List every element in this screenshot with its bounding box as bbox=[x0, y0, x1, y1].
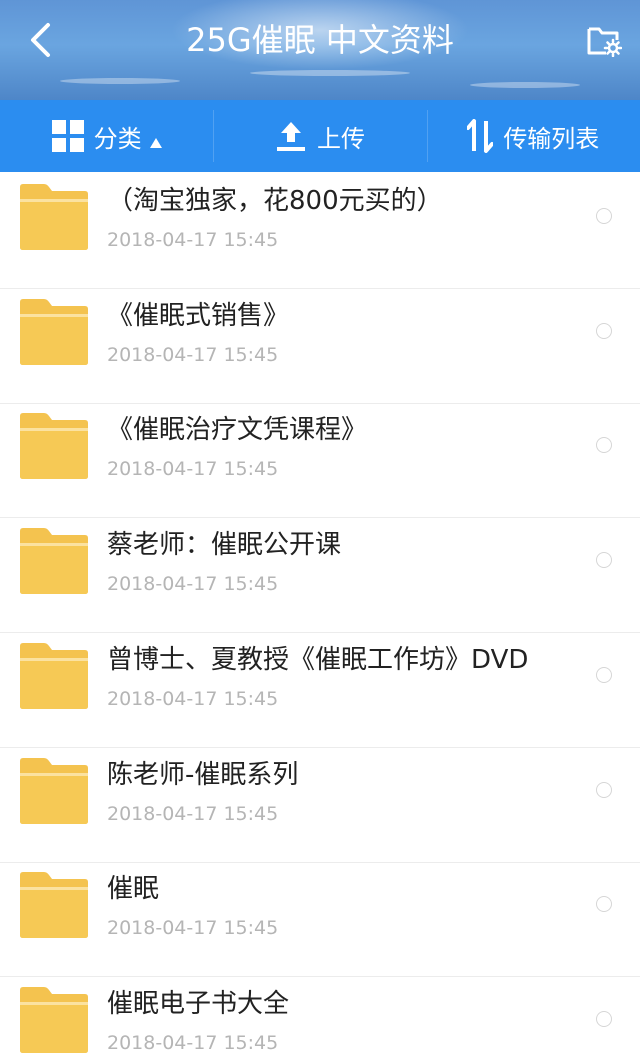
upload-button[interactable]: 上传 bbox=[213, 100, 426, 172]
select-radio[interactable] bbox=[596, 1010, 612, 1027]
header-wave bbox=[470, 82, 580, 88]
file-date: 2018-04-17 15:45 bbox=[107, 573, 279, 596]
folder-icon bbox=[20, 413, 88, 480]
file-date: 2018-04-17 15:45 bbox=[107, 229, 279, 251]
file-list-item[interactable]: 催眠 2018-04-17 15:45 bbox=[0, 863, 640, 978]
folder-icon bbox=[20, 872, 88, 939]
file-date: 2018-04-17 15:45 bbox=[107, 458, 279, 481]
file-list-item[interactable]: 蔡老师：催眠公开课 2018-04-17 15:45 bbox=[0, 519, 640, 634]
file-name: （淘宝独家，花800元买的） bbox=[107, 186, 443, 216]
select-radio[interactable] bbox=[596, 437, 612, 454]
page-title: 25G催眠 中文资料 bbox=[186, 21, 454, 59]
folder-icon bbox=[20, 757, 88, 824]
file-list-item[interactable]: （淘宝独家，花800元买的） 2018-04-17 15:45 bbox=[0, 175, 640, 289]
file-name: 曾博士、夏教授《催眠工作坊》DVD bbox=[107, 644, 529, 675]
header-wave bbox=[250, 70, 410, 76]
folder-icon bbox=[20, 986, 88, 1053]
select-radio[interactable] bbox=[596, 896, 612, 913]
grid-icon bbox=[51, 120, 84, 152]
upload-icon bbox=[275, 120, 307, 152]
file-name: 《催眠式销售》 bbox=[107, 300, 290, 331]
file-list-item[interactable]: 《催眠治疗文凭课程》 2018-04-17 15:45 bbox=[0, 404, 640, 519]
action-toolbar: 分类 上传 传输列表 bbox=[0, 100, 640, 172]
file-name: 催眠 bbox=[107, 874, 160, 905]
folder-icon bbox=[20, 642, 88, 709]
select-radio[interactable] bbox=[596, 552, 612, 569]
select-radio[interactable] bbox=[596, 208, 612, 224]
dropdown-triangle-icon bbox=[149, 138, 162, 148]
folder-icon bbox=[20, 184, 88, 250]
transfer-list-button[interactable]: 传输列表 bbox=[426, 100, 640, 172]
file-name: 蔡老师：催眠公开课 bbox=[107, 530, 342, 561]
file-list-item[interactable]: 曾博士、夏教授《催眠工作坊》DVD 2018-04-17 15:45 bbox=[0, 634, 640, 748]
file-name: 陈老师-催眠系列 bbox=[107, 759, 299, 790]
file-name: 催眠电子书大全 bbox=[107, 988, 290, 1019]
transfer-arrows-icon bbox=[467, 119, 494, 153]
title-bar: 25G催眠 中文资料 bbox=[0, 0, 640, 100]
file-date: 2018-04-17 15:45 bbox=[107, 917, 279, 940]
file-date: 2018-04-17 15:45 bbox=[107, 802, 279, 825]
select-radio[interactable] bbox=[596, 322, 612, 339]
file-name: 《催眠治疗文凭课程》 bbox=[107, 415, 368, 446]
file-date: 2018-04-17 15:45 bbox=[107, 1031, 279, 1053]
file-list: （淘宝独家，花800元买的） 2018-04-17 15:45 《催眠式销售》 201… bbox=[0, 172, 640, 1053]
category-label: 分类 bbox=[93, 124, 142, 153]
header-wave bbox=[60, 78, 180, 84]
new-folder-button[interactable] bbox=[582, 18, 626, 62]
folder-icon bbox=[20, 298, 88, 365]
transfer-list-label: 传输列表 bbox=[503, 124, 600, 153]
upload-label: 上传 bbox=[316, 124, 365, 153]
folder-settings-icon bbox=[587, 27, 622, 57]
file-list-item[interactable]: 陈老师-催眠系列 2018-04-17 15:45 bbox=[0, 749, 640, 863]
select-radio[interactable] bbox=[596, 781, 612, 798]
select-radio[interactable] bbox=[596, 666, 612, 683]
category-button[interactable]: 分类 bbox=[0, 100, 213, 172]
file-list-item[interactable]: 催眠电子书大全 2018-04-17 15:45 bbox=[0, 978, 640, 1053]
file-list-item[interactable]: 《催眠式销售》 2018-04-17 15:45 bbox=[0, 290, 640, 404]
file-date: 2018-04-17 15:45 bbox=[107, 343, 279, 366]
folder-icon bbox=[20, 528, 88, 595]
file-date: 2018-04-17 15:45 bbox=[107, 687, 279, 710]
